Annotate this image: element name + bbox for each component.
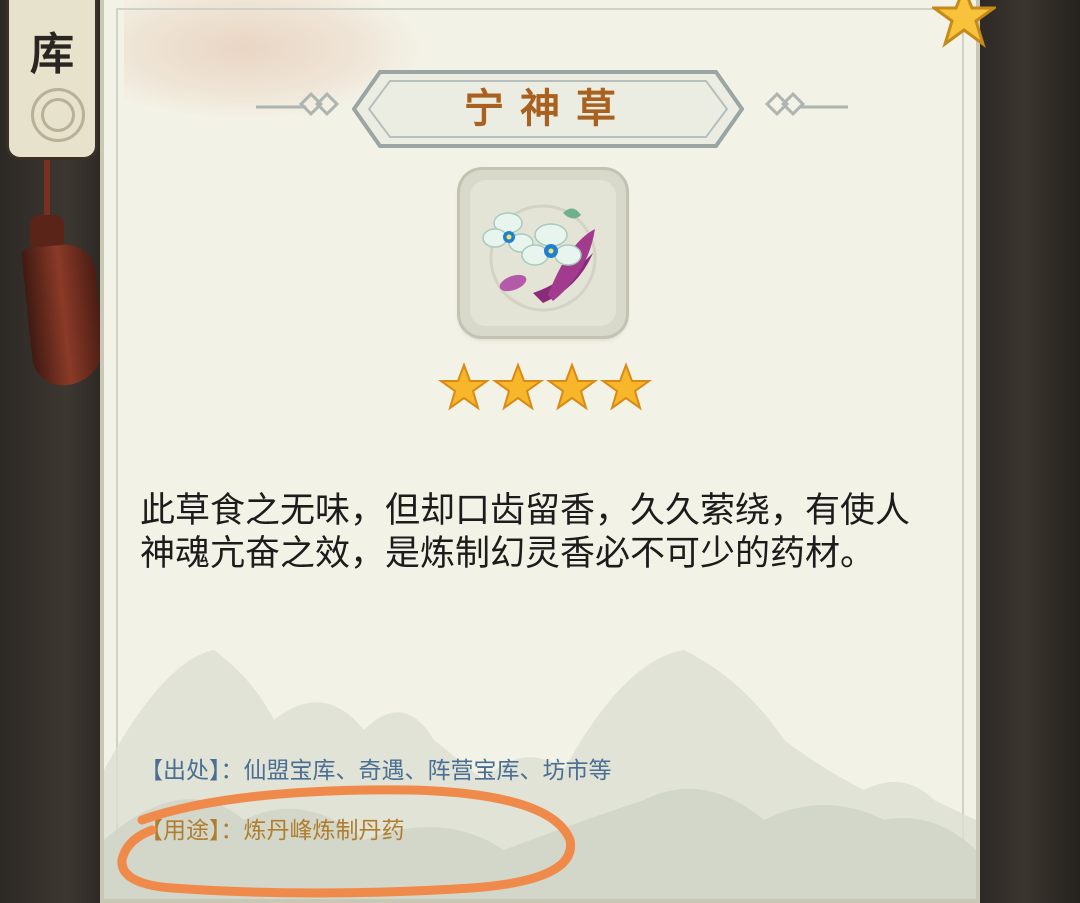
item-use-row: 【用途】：炼丹峰炼制丹药 — [140, 816, 405, 846]
item-description: 此草食之无味，但却口齿留香，久久萦绕，有使人神魂亢奋之效，是炼制幻灵香必不可少的… — [140, 491, 911, 574]
item-icon-frame[interactable] — [460, 170, 626, 336]
use-label: 【用途】： — [140, 818, 244, 844]
side-tab-label: 库 — [30, 29, 74, 80]
use-value: 炼丹峰炼制丹药 — [243, 818, 405, 844]
source-label: 【出处】： — [140, 758, 244, 784]
item-source-row: 【出处】：仙盟宝库、奇遇、阵营宝库、坊市等 — [140, 756, 612, 786]
star-icon — [438, 362, 490, 411]
star-icon — [600, 362, 652, 411]
rarity-stars — [438, 362, 652, 418]
corner-star-icon — [932, 0, 996, 48]
side-tab-plaque[interactable]: 库 — [6, 0, 98, 160]
source-value: 仙盟宝库、奇遇、阵营宝库、坊市等 — [243, 758, 612, 784]
star-icon — [546, 362, 598, 411]
title-right-ornament — [764, 92, 848, 117]
item-title: 宁神草 — [464, 85, 632, 132]
tassel-cord — [44, 160, 50, 220]
right-background — [970, 0, 1080, 903]
cloud-swirl-icon — [31, 88, 85, 142]
star-icon — [492, 362, 544, 411]
title-left-ornament — [256, 92, 340, 117]
item-detail-card: 宁神草 此草食之无味，但却口齿留香，久久萦绕，有使人神魂亢奋之效，是炼制幻灵香必… — [100, 0, 980, 903]
orchid-flower-icon — [482, 204, 597, 312]
